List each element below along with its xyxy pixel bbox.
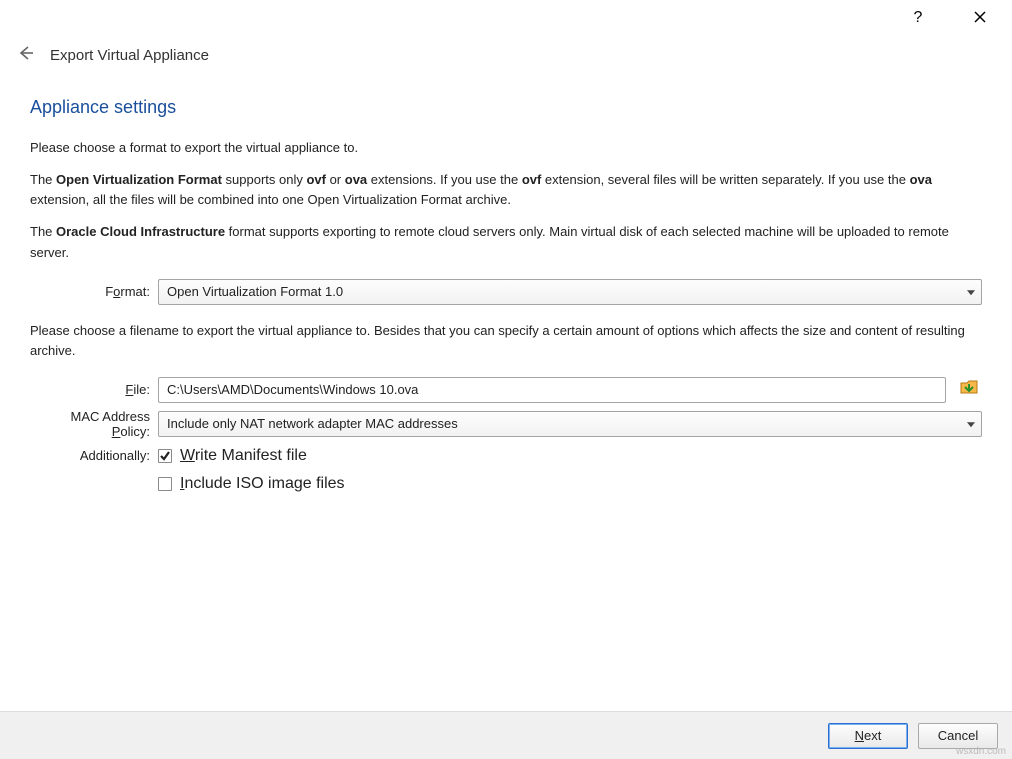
additionally-label: Additionally: <box>30 447 150 463</box>
format-select[interactable]: Open Virtualization Format 1.0 <box>158 279 982 305</box>
file-input-value: C:\Users\AMD\Documents\Windows 10.ova <box>167 382 418 397</box>
wizard-header: Export Virtual Appliance <box>0 36 1012 97</box>
include-iso-label: Include ISO image files <box>180 475 345 493</box>
close-button[interactable] <box>964 2 996 34</box>
file-row: File: C:\Users\AMD\Documents\Windows 10.… <box>30 377 982 403</box>
file-label: File: <box>30 382 150 397</box>
content-area: Appliance settings Please choose a forma… <box>0 97 1012 711</box>
next-button[interactable]: Next <box>828 723 908 749</box>
chevron-down-icon <box>967 290 975 295</box>
help-icon: ? <box>914 9 923 27</box>
close-icon <box>974 10 986 26</box>
include-iso-option[interactable]: Include ISO image files <box>158 475 345 493</box>
intro-paragraph-1: Please choose a format to export the vir… <box>30 138 982 158</box>
intro-paragraph-4: Please choose a filename to export the v… <box>30 321 982 361</box>
section-title: Appliance settings <box>30 97 982 118</box>
mac-row: MAC Address Policy: Include only NAT net… <box>30 409 982 439</box>
write-manifest-option[interactable]: Write Manifest file <box>158 447 345 465</box>
browse-button[interactable] <box>956 377 982 403</box>
checkbox-checked-icon <box>158 449 172 463</box>
folder-icon <box>959 377 979 402</box>
mac-policy-select[interactable]: Include only NAT network adapter MAC add… <box>158 411 982 437</box>
format-label: Format: <box>30 284 150 299</box>
back-arrow-icon <box>16 49 34 66</box>
titlebar: ? <box>0 0 1012 36</box>
file-input[interactable]: C:\Users\AMD\Documents\Windows 10.ova <box>158 377 946 403</box>
wizard-title: Export Virtual Appliance <box>50 47 209 64</box>
format-row: Format: Open Virtualization Format 1.0 <box>30 279 982 305</box>
cancel-button[interactable]: Cancel <box>918 723 998 749</box>
intro-paragraph-3: The Oracle Cloud Infrastructure format s… <box>30 222 982 262</box>
help-button[interactable]: ? <box>902 2 934 34</box>
mac-label: MAC Address Policy: <box>30 409 150 439</box>
mac-policy-select-value: Include only NAT network adapter MAC add… <box>167 416 458 431</box>
checkbox-unchecked-icon <box>158 477 172 491</box>
chevron-down-icon <box>967 422 975 427</box>
format-select-value: Open Virtualization Format 1.0 <box>167 284 343 299</box>
wizard-footer: Next Cancel <box>0 711 1012 759</box>
back-button[interactable] <box>16 44 34 67</box>
additionally-row: Additionally: Write Manifest file Includ… <box>30 447 982 493</box>
intro-paragraph-2: The Open Virtualization Format supports … <box>30 170 982 210</box>
write-manifest-label: Write Manifest file <box>180 447 307 465</box>
watermark: wsxdn.com <box>956 746 1006 757</box>
